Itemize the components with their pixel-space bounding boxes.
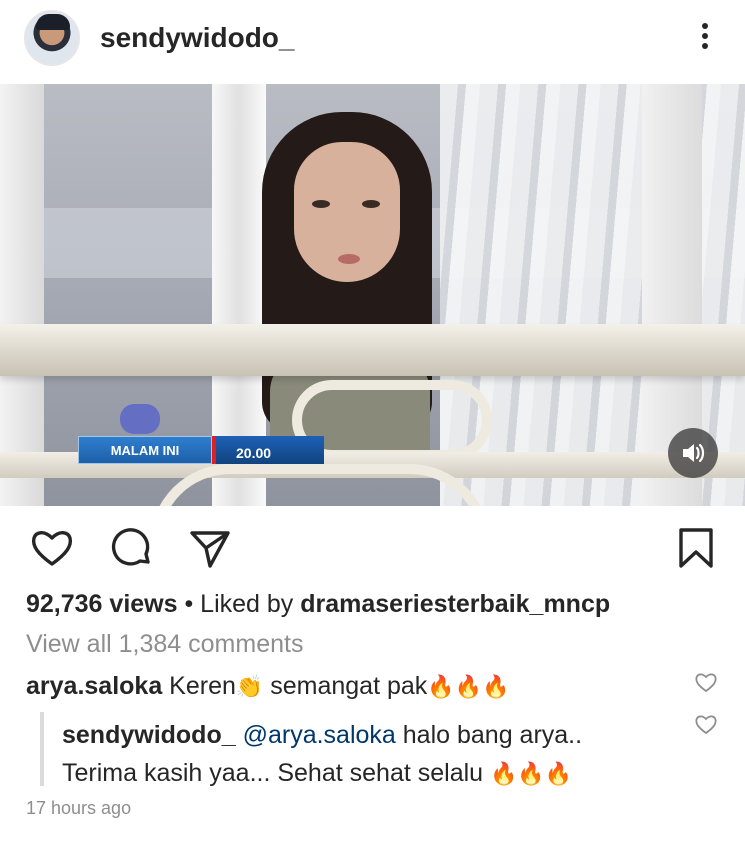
- heart-icon[interactable]: [28, 524, 76, 572]
- post-username[interactable]: sendywidodo_: [100, 22, 294, 54]
- views-count: 92,736 views: [26, 590, 178, 618]
- reply-comment: sendywidodo_ @arya.saloka halo bang arya…: [62, 716, 672, 794]
- action-bar: [0, 506, 745, 586]
- reply-username[interactable]: sendywidodo_: [62, 721, 236, 749]
- ticker-label: MALAM INI: [78, 436, 212, 464]
- liked-by-prefix: • Liked by: [184, 590, 301, 618]
- comment-like-icon[interactable]: [694, 670, 718, 694]
- comment-text: Keren: [169, 672, 236, 700]
- reply-text-line2: Terima kasih yaa... Sehat sehat selalu: [62, 759, 491, 787]
- comment-username[interactable]: arya.saloka: [26, 672, 162, 700]
- fire-emoji: 🔥🔥🔥: [490, 762, 573, 787]
- clap-emoji: 👏: [235, 675, 264, 700]
- reply-text: halo bang arya..: [395, 721, 583, 749]
- comment-icon[interactable]: [108, 524, 156, 572]
- video-hand: [120, 404, 160, 434]
- ticker-time: 20.00: [212, 436, 324, 464]
- post-header: sendywidodo_: [0, 0, 745, 82]
- share-icon[interactable]: [186, 524, 234, 572]
- volume-icon[interactable]: [668, 428, 718, 478]
- avatar[interactable]: [24, 10, 80, 66]
- liked-by-user[interactable]: dramaseriesterbaik_mncp: [300, 590, 610, 618]
- post-timestamp: 17 hours ago: [26, 798, 132, 818]
- view-all-comments-link[interactable]: View all 1,384 comments: [26, 630, 726, 659]
- comment-text-rest: semangat pak: [263, 672, 428, 700]
- more-icon[interactable]: [692, 20, 718, 58]
- reply-thread-line: [40, 712, 44, 786]
- reply-mention[interactable]: @arya.saloka: [243, 721, 396, 749]
- tv-ticker: MALAM INI 20.00: [78, 436, 324, 464]
- video-curtain-left: [0, 84, 44, 506]
- reply-like-icon[interactable]: [694, 712, 718, 736]
- comment: arya.saloka Keren👏 semangat pak🔥🔥🔥: [26, 672, 726, 701]
- video-railing-arch: [150, 464, 490, 506]
- views-line: 92,736 views • Liked by dramaseriesterba…: [26, 590, 726, 619]
- video-railing: [0, 324, 745, 376]
- bookmark-icon[interactable]: [672, 524, 720, 572]
- fire-emoji: 🔥🔥🔥: [427, 675, 510, 700]
- post-video[interactable]: MALAM INI 20.00: [0, 84, 745, 506]
